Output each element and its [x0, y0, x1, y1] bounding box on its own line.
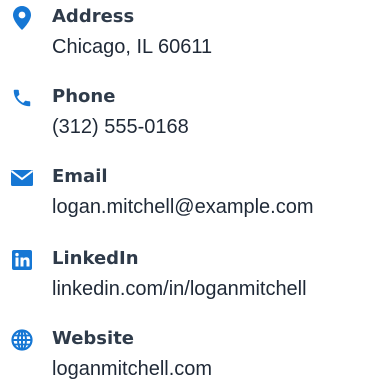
contact-item-address: Address Chicago, IL 60611 [0, 0, 373, 64]
map-pin-icon [10, 6, 34, 30]
phone-icon [10, 86, 34, 110]
envelope-icon [10, 166, 34, 190]
contact-item-email: Email logan.mitchell@example.com [0, 160, 373, 224]
linkedin-link[interactable]: linkedin.com/in/loganmitchell [52, 276, 307, 302]
linkedin-icon [10, 248, 34, 272]
contact-item-website: Website loganmitchell.com [0, 322, 373, 386]
phone-link[interactable]: (312) 555-0168 [52, 114, 189, 140]
contact-label: Email [52, 166, 108, 187]
contact-label: LinkedIn [52, 248, 139, 269]
globe-icon [10, 328, 34, 352]
contact-label: Phone [52, 86, 116, 107]
website-link[interactable]: loganmitchell.com [52, 356, 212, 382]
contact-item-linkedin: LinkedIn linkedin.com/in/loganmitchell [0, 242, 373, 306]
contact-item-phone: Phone (312) 555-0168 [0, 80, 373, 144]
contact-label: Address [52, 6, 135, 27]
contact-label: Website [52, 328, 135, 349]
email-link[interactable]: logan.mitchell@example.com [52, 194, 314, 220]
address-value: Chicago, IL 60611 [52, 36, 213, 58]
